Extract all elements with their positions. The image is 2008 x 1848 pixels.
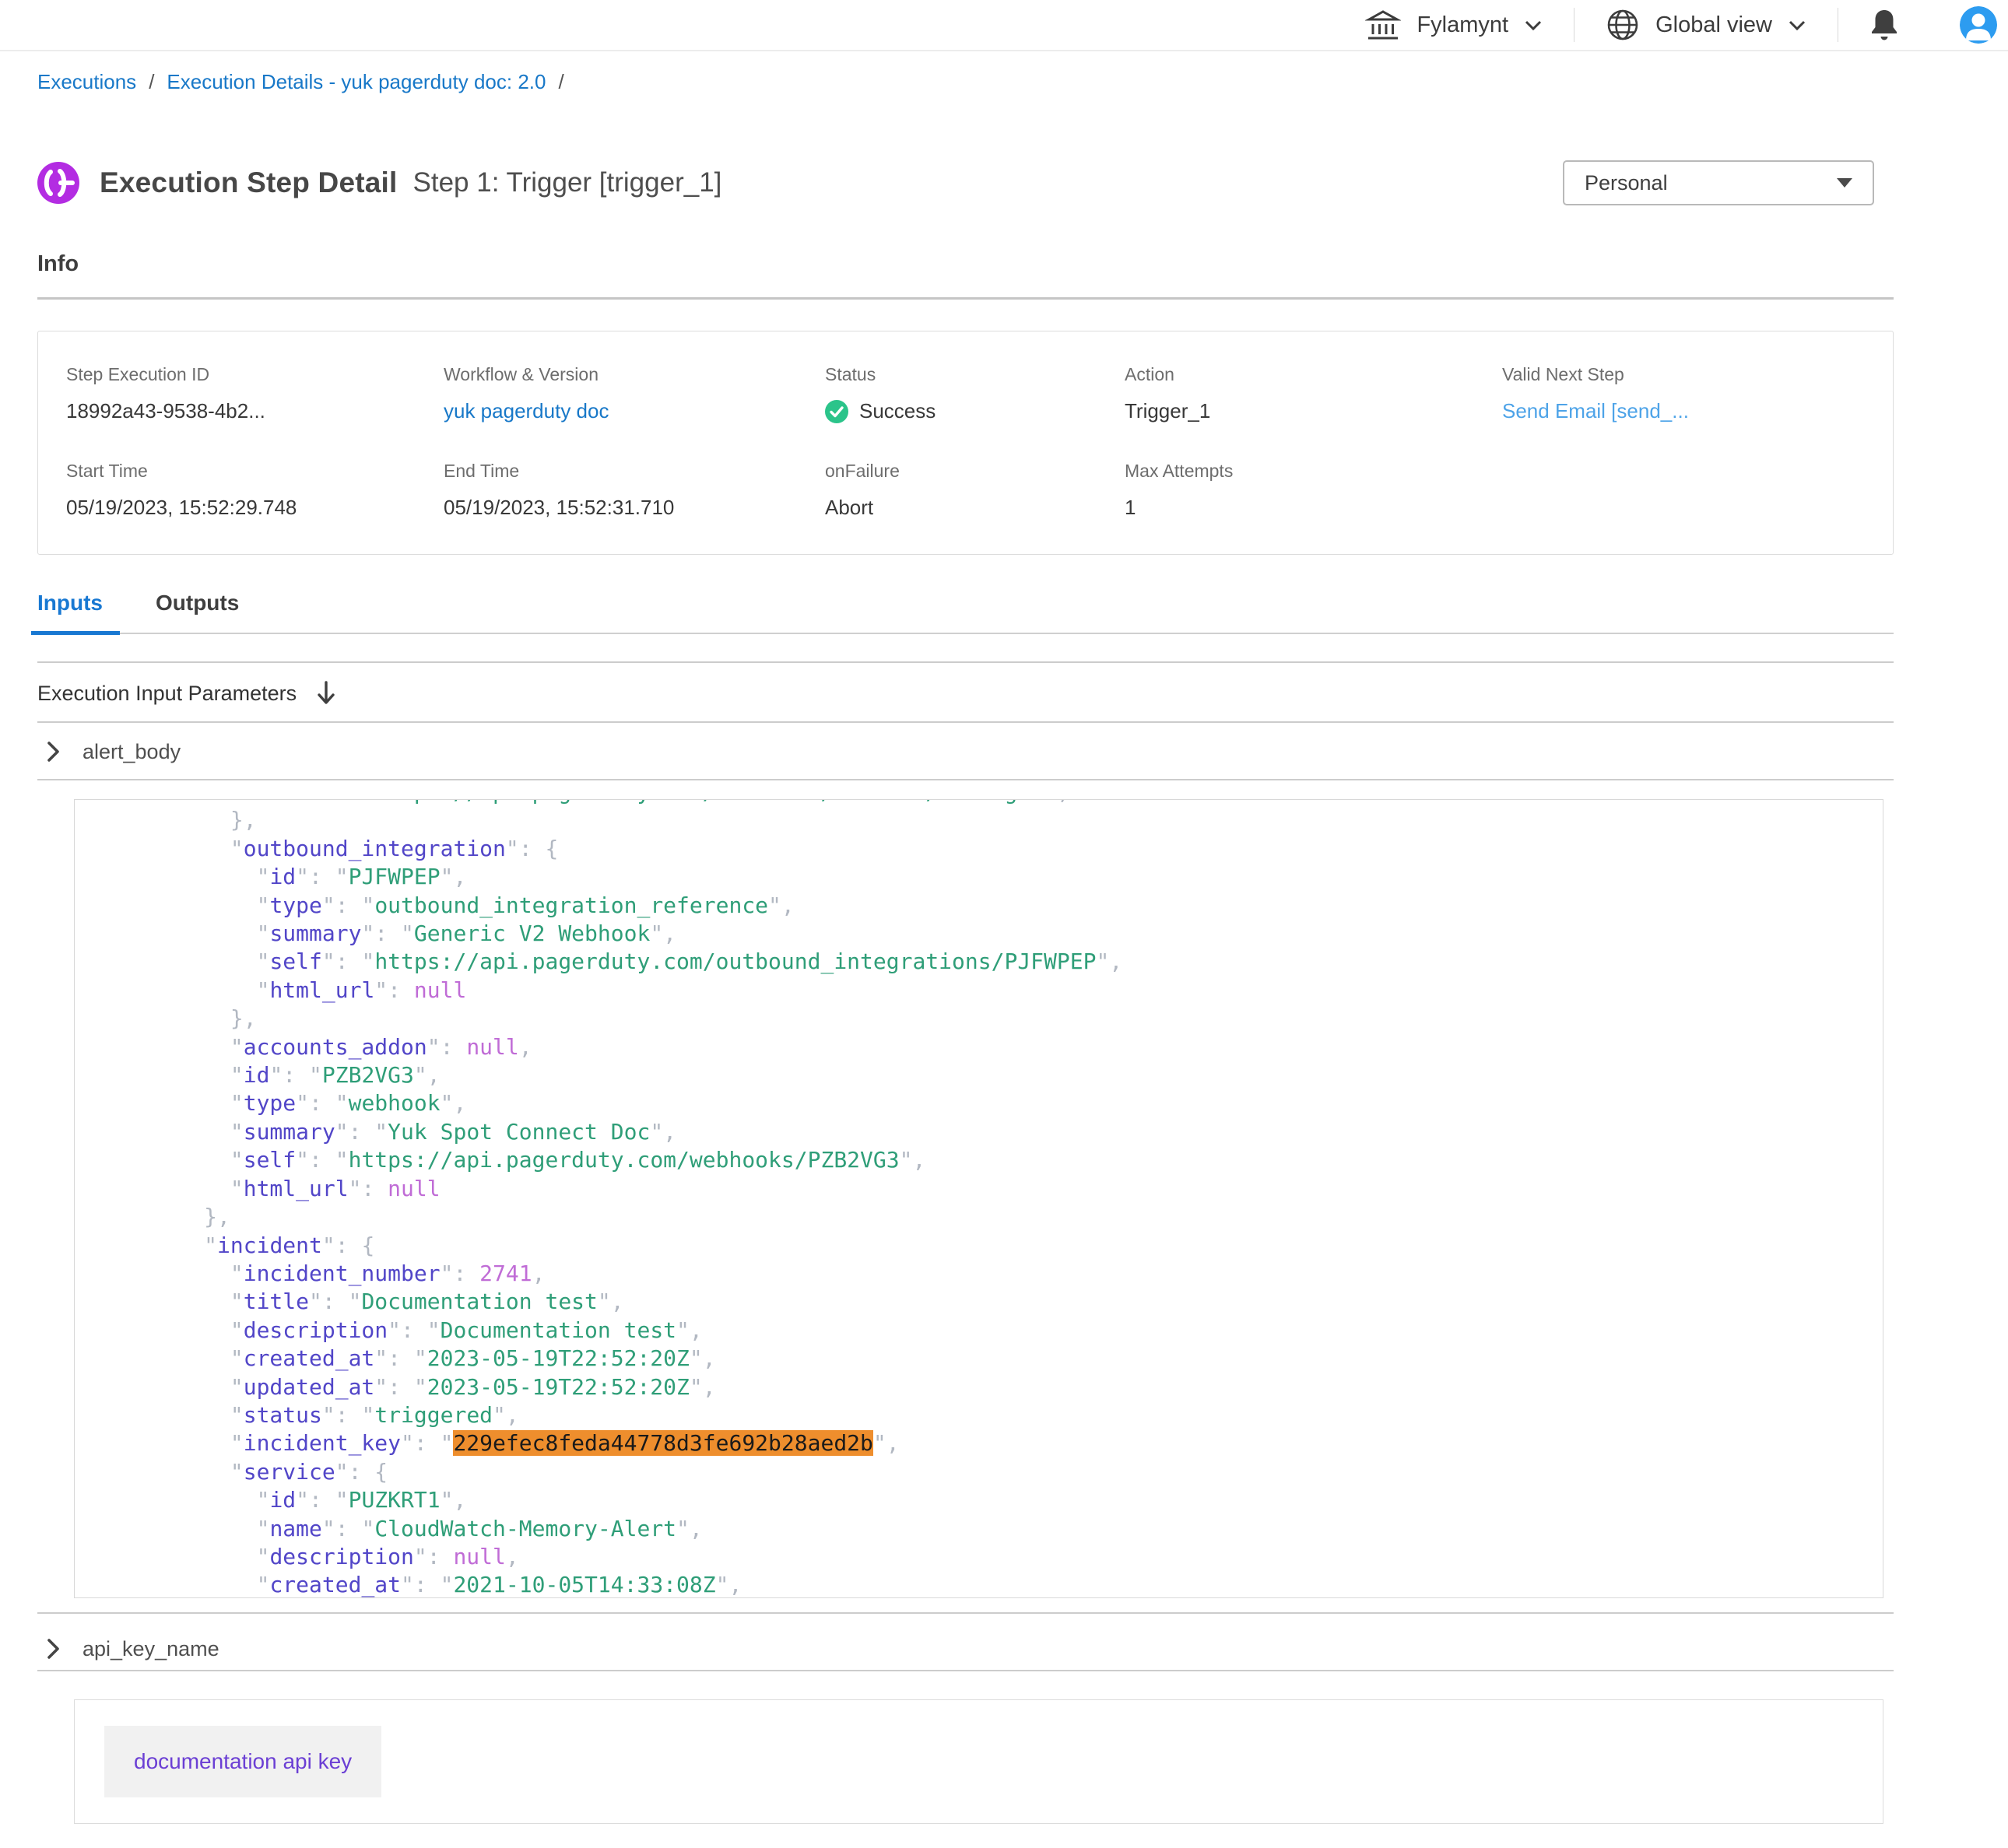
breadcrumb-executions[interactable]: Executions [37,70,136,94]
section-divider [37,1670,1894,1671]
scope-select[interactable]: Personal [1563,160,1874,205]
chevron-down-icon [1788,19,1806,31]
field-end-time: End Time 05/19/2023, 15:52:31.710 [444,461,825,520]
field-value: 18992a43-9538-4b2... [66,399,444,423]
avatar[interactable] [1960,6,1997,44]
field-value: 1 [1125,496,1502,520]
success-check-icon [825,400,848,423]
section-label: api_key_name [82,1637,219,1661]
execution-input-parameters-header: Execution Input Parameters [37,677,1894,710]
bank-icon [1365,9,1401,41]
page-subtitle: Step 1: Trigger [trigger_1] [413,167,722,198]
topbar: Fylamynt Global view [0,0,2008,51]
scope-select-value: Personal [1585,171,1668,195]
page-title: Execution Step Detail [100,167,398,199]
breadcrumb-execution-details[interactable]: Execution Details - yuk pagerduty doc: 2… [167,70,546,94]
section-label: alert_body [82,740,181,764]
status-badge: Success [859,399,936,423]
field-value: Abort [825,496,1125,520]
view-switcher[interactable]: Global view [1606,8,1806,42]
field-label: Action [1125,364,1502,385]
field-value: 05/19/2023, 15:52:29.748 [66,496,444,520]
section-divider [37,661,1894,663]
field-label: Status [825,364,1125,385]
breadcrumb: Executions / Execution Details - yuk pag… [37,70,1894,94]
info-heading: Info [37,251,1894,277]
bell-icon [1869,9,1899,41]
breadcrumb-separator: / [558,70,563,94]
section-alert-body[interactable]: alert_body [37,734,1894,770]
next-step-link[interactable]: Send Email [send_... [1502,399,1893,423]
field-label: Workflow & Version [444,364,825,385]
field-start-time: Start Time 05/19/2023, 15:52:29.748 [66,461,444,520]
globe-icon [1606,8,1640,42]
breadcrumb-separator: / [149,70,154,94]
field-step-execution-id: Step Execution ID 18992a43-9538-4b2... [66,364,444,423]
field-label: Start Time [66,461,444,482]
json-code-block[interactable]: "self": "https://api.pagerduty.com/webho… [74,799,1883,1598]
org-switcher[interactable]: Fylamynt [1365,9,1543,41]
caret-down-icon [1837,178,1852,188]
field-label: Valid Next Step [1502,364,1893,385]
json-code-content: "self": "https://api.pagerduty.com/webho… [75,799,1883,1598]
view-label: Global view [1655,12,1772,38]
section-api-key-name[interactable]: api_key_name [37,1631,1894,1667]
api-key-name-value-box: documentation api key [74,1699,1883,1824]
section-divider [37,721,1894,723]
chevron-right-icon [47,741,61,763]
workflow-link[interactable]: yuk pagerduty doc [444,399,825,423]
field-value: Trigger_1 [1125,399,1502,423]
field-action: Action Trigger_1 [1125,364,1502,423]
section-divider [37,1612,1894,1614]
section-divider [37,297,1894,300]
field-status: Status Success [825,364,1125,423]
field-label: Step Execution ID [66,364,444,385]
field-workflow-version: Workflow & Version yuk pagerduty doc [444,364,825,423]
api-key-name-chip: documentation api key [104,1726,381,1797]
chevron-right-icon [47,1638,61,1660]
page-header: Execution Step Detail Step 1: Trigger [t… [37,160,1894,206]
field-valid-next-step: Valid Next Step Send Email [send_... [1502,364,1893,423]
info-card: Step Execution ID 18992a43-9538-4b2... W… [37,331,1894,555]
params-title: Execution Input Parameters [37,682,297,706]
field-max-attempts: Max Attempts 1 [1125,461,1502,520]
fylamynt-logo-icon [37,162,79,204]
field-label: onFailure [825,461,1125,482]
section-divider [37,779,1894,780]
field-label: Max Attempts [1125,461,1502,482]
download-arrow-icon[interactable] [315,680,337,707]
tab-bar: Inputs Outputs [37,591,1894,634]
tab-inputs[interactable]: Inputs [37,591,106,633]
chevron-down-icon [1524,19,1543,31]
field-value: 05/19/2023, 15:52:31.710 [444,496,825,520]
tab-outputs[interactable]: Outputs [156,591,242,633]
field-label: End Time [444,461,825,482]
notifications-button[interactable] [1869,9,1899,41]
field-onfailure: onFailure Abort [825,461,1125,520]
org-label: Fylamynt [1416,12,1508,38]
